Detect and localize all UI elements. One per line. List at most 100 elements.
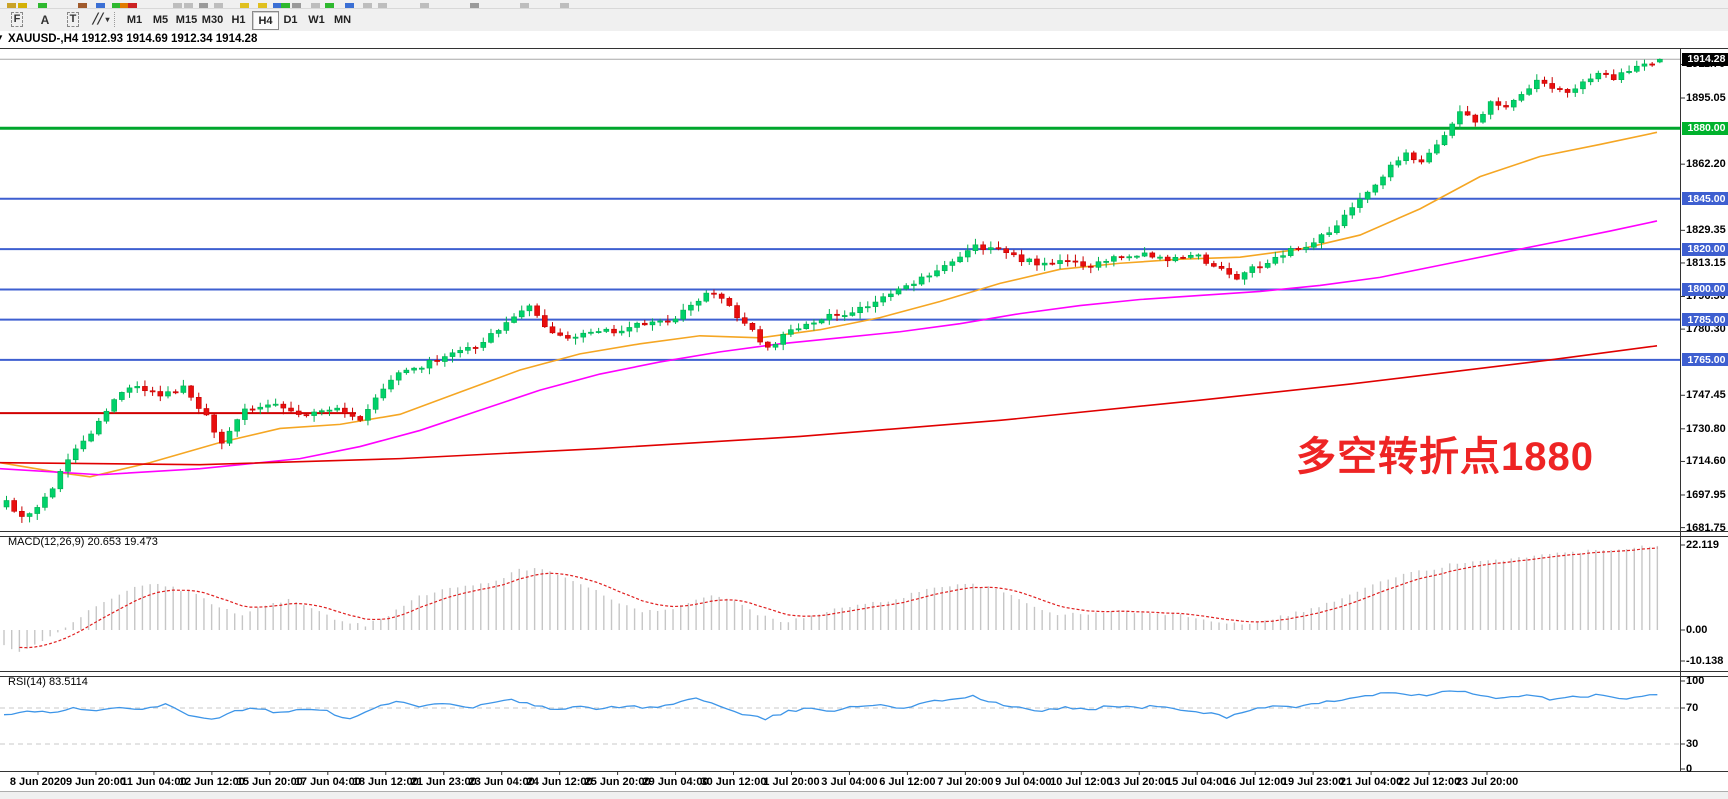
macd-tick-22.119: 22.119 — [1686, 539, 1719, 551]
candle-body — [1381, 177, 1386, 185]
candle-body — [1181, 257, 1186, 258]
time-label-13: 30 Jun 12:00 — [700, 776, 766, 788]
candle-body — [542, 316, 547, 327]
candle-body — [273, 404, 278, 405]
candle-body — [1565, 89, 1570, 92]
time-label-21: 15 Jul 04:00 — [1166, 776, 1228, 788]
candle-body — [1127, 257, 1132, 258]
price-label-1820.00: 1820.00 — [1682, 243, 1728, 256]
price-tick-1862.20: 1862.20 — [1686, 158, 1726, 170]
candle-body — [1096, 262, 1101, 268]
candle-body — [1081, 262, 1086, 266]
time-label-1: 8 Jun 2020 — [10, 776, 66, 788]
candle-body — [1111, 257, 1116, 262]
candle-body — [796, 329, 801, 330]
time-label-6: 17 Jun 04:00 — [295, 776, 361, 788]
time-axis-border — [0, 771, 1728, 772]
candle-body — [258, 407, 263, 409]
candle-body — [419, 368, 424, 369]
candle-body — [427, 360, 432, 368]
candle-body — [588, 332, 593, 333]
candle-body — [1304, 247, 1309, 249]
candle-body — [312, 412, 317, 416]
candle-body — [965, 251, 970, 257]
candle-body — [158, 391, 163, 396]
candle-body — [1504, 105, 1509, 107]
time-label-25: 22 Jul 12:00 — [1398, 776, 1460, 788]
candle-body — [89, 434, 94, 441]
candle-body — [42, 497, 47, 507]
candle-body — [50, 489, 55, 497]
candle-body — [450, 353, 455, 357]
time-label-16: 6 Jul 12:00 — [879, 776, 935, 788]
chart-canvas[interactable] — [0, 0, 1728, 799]
candle-body — [142, 386, 147, 390]
candle-body — [4, 501, 9, 507]
candle-body — [465, 347, 470, 350]
candle-body — [196, 397, 201, 408]
macd-indicator-label: MACD(12,26,9) 20.653 19.473 — [8, 536, 158, 548]
candle-body — [104, 411, 109, 421]
candle-body — [1319, 235, 1324, 243]
candle-body — [1150, 253, 1155, 257]
candle-body — [1419, 160, 1424, 162]
time-label-23: 19 Jul 23:00 — [1282, 776, 1344, 788]
candle-body — [665, 321, 670, 322]
candle-body — [1188, 255, 1193, 257]
candle-body — [27, 514, 32, 517]
candle-body — [404, 370, 409, 373]
candle-body — [850, 313, 855, 316]
candle-body — [711, 293, 716, 294]
time-label-19: 10 Jul 12:00 — [1050, 776, 1112, 788]
price-tick-1747.45: 1747.45 — [1686, 389, 1726, 401]
candle-body — [842, 315, 847, 316]
candle-body — [888, 294, 893, 297]
candle-body — [181, 386, 186, 393]
candle-body — [535, 306, 540, 316]
candle-body — [742, 318, 747, 324]
candle-body — [150, 391, 155, 392]
candle-body — [1404, 153, 1409, 161]
time-label-24: 21 Jul 04:00 — [1340, 776, 1402, 788]
candle-body — [1373, 185, 1378, 192]
macd-panel-separator[interactable] — [0, 531, 1728, 537]
candle-body — [381, 389, 386, 398]
candle-body — [1011, 253, 1016, 255]
time-label-14: 1 Jul 20:00 — [763, 776, 819, 788]
candle-body — [681, 310, 686, 319]
candle-body — [1411, 153, 1416, 160]
price-label-1880.00: 1880.00 — [1682, 122, 1728, 135]
candle-body — [1142, 253, 1147, 256]
candle-body — [1073, 261, 1078, 262]
price-label-1845.00: 1845.00 — [1682, 192, 1728, 205]
time-label-2: 9 Jun 20:00 — [66, 776, 126, 788]
candle-body — [112, 400, 117, 412]
candle-body — [1296, 248, 1301, 249]
candle-body — [765, 342, 770, 347]
candle-body — [1050, 263, 1055, 264]
rsi-panel-separator[interactable] — [0, 671, 1728, 677]
candle-body — [1388, 165, 1393, 177]
candle-body — [773, 344, 778, 347]
candle-body — [1542, 80, 1547, 83]
candle-body — [319, 411, 324, 412]
candle-body — [81, 441, 86, 449]
candle-body — [973, 245, 978, 251]
candle-body — [473, 347, 478, 348]
candle-body — [396, 373, 401, 380]
candle-body — [619, 331, 624, 333]
candle-body — [865, 307, 870, 308]
candle-body — [1427, 153, 1432, 162]
candle-body — [996, 248, 1001, 249]
candle-body — [873, 302, 878, 307]
candle-body — [673, 319, 678, 322]
candle-body — [819, 320, 824, 323]
time-label-3: 11 Jun 04:00 — [121, 776, 186, 788]
candle-body — [1042, 263, 1047, 265]
candle-body — [1611, 75, 1616, 80]
rsi-indicator-label: RSI(14) 83.5114 — [8, 676, 88, 688]
candle-body — [704, 293, 709, 301]
candle-body — [227, 431, 232, 443]
candle-body — [811, 323, 816, 324]
candle-body — [1058, 260, 1063, 263]
